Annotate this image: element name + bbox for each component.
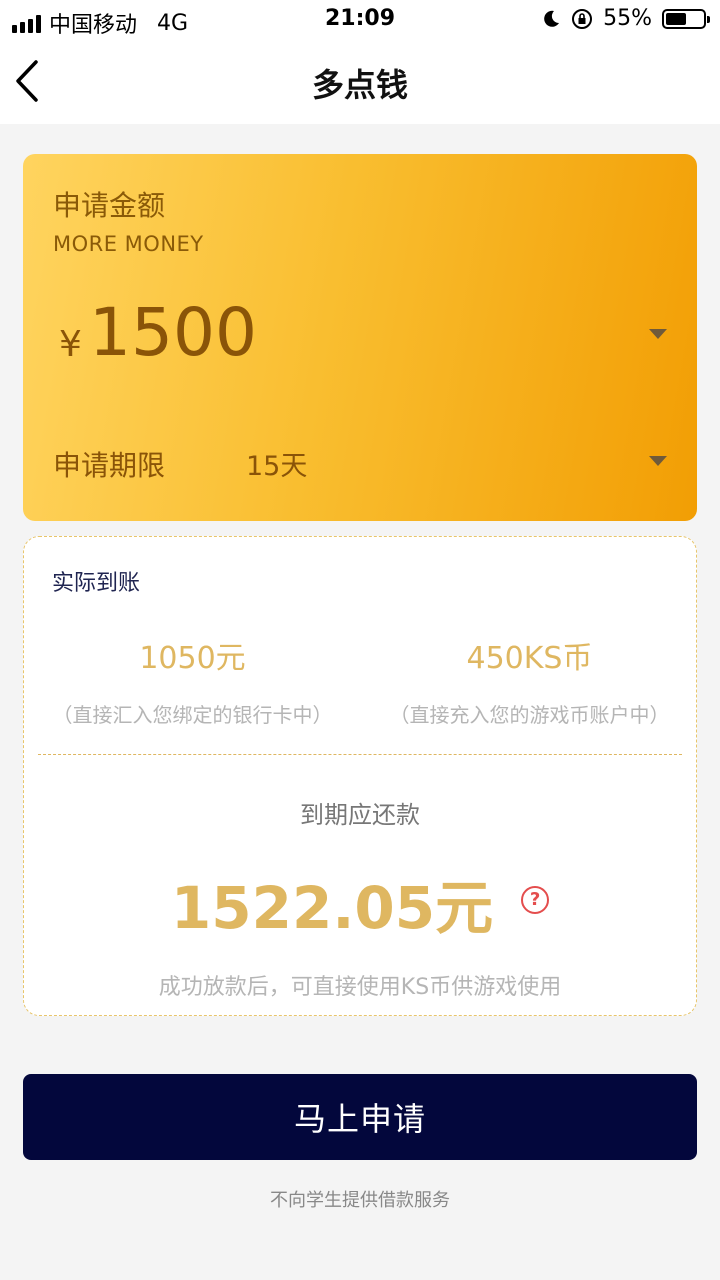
disclaimer: 不向学生提供借款服务 <box>270 1190 450 1211</box>
coin-usage-note: 成功放款后，可直接使用KS币供游戏使用 <box>158 975 562 1000</box>
amount-label: 申请金额 <box>53 189 166 222</box>
battery-icon <box>662 8 710 29</box>
status-right: 55% <box>541 6 710 31</box>
battery-percent: 55% <box>603 6 652 31</box>
repay-label: 到期应还款 <box>300 801 420 829</box>
battery-fill <box>666 12 686 25</box>
term-dropdown-icon[interactable] <box>649 456 667 466</box>
battery-cap <box>707 15 710 23</box>
amount-dropdown-icon[interactable] <box>649 329 667 339</box>
bank-note: （直接汇入您绑定的银行卡中） <box>52 703 333 727</box>
detail-card: 实际到账 1050元 450KS币 （直接汇入您绑定的银行卡中） （直接充入您的… <box>23 536 697 1016</box>
help-icon[interactable]: ? <box>521 886 550 914</box>
moon-icon <box>544 10 560 27</box>
page-title: 多点钱 <box>311 66 408 104</box>
bank-amount: 1050元 <box>139 641 246 676</box>
coin-amount: 450KS币 <box>466 641 593 676</box>
divider <box>38 754 682 755</box>
amount-card: 申请金额 MORE MONEY ¥ 1500 申请期限 15天 <box>23 154 697 521</box>
currency-symbol: ¥ <box>59 324 82 365</box>
received-title: 实际到账 <box>52 571 141 596</box>
apply-button[interactable]: 马上申请 <box>23 1074 697 1160</box>
term-label: 申请期限 <box>53 449 166 482</box>
rotation-lock-icon <box>572 8 593 29</box>
nav-bar: 多点钱 <box>0 40 720 124</box>
term-value[interactable]: 15天 <box>246 444 307 483</box>
amount-sub-label: MORE MONEY <box>53 232 204 256</box>
status-bar: 中国移动 4G 21:09 55% <box>0 0 720 40</box>
repay-row: 1522.05元? <box>24 861 696 945</box>
coin-note: （直接充入您的游戏币账户中） <box>389 703 670 727</box>
amount-value[interactable]: 1500 <box>89 294 257 371</box>
repay-amount: 1522.05元 <box>170 874 494 942</box>
